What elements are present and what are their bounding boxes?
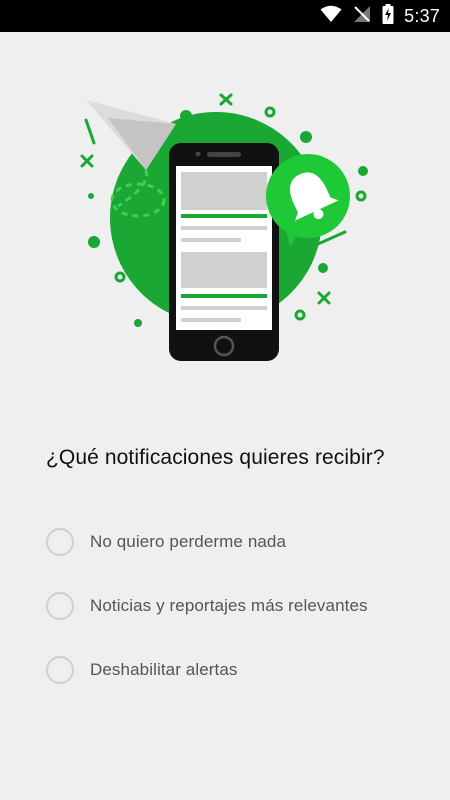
radio-button[interactable]	[46, 656, 74, 684]
option-label: Deshabilitar alertas	[90, 660, 238, 679]
option-relevant-news[interactable]: Noticias y reportajes más relevantes	[46, 574, 426, 638]
page-title: ¿Qué notificaciones quieres recibir?	[46, 446, 385, 469]
notification-options: No quiero perderme nada Noticias y repor…	[46, 510, 426, 702]
signal-off-icon	[352, 5, 372, 28]
option-label: Noticias y reportajes más relevantes	[90, 596, 368, 615]
status-icons: 5:37	[320, 0, 440, 32]
radio-button[interactable]	[46, 528, 74, 556]
phone-icon	[169, 143, 279, 361]
option-all-notifications[interactable]: No quiero perderme nada	[46, 510, 426, 574]
wifi-icon	[320, 5, 342, 28]
option-label: No quiero perderme nada	[90, 532, 287, 551]
option-disable-alerts[interactable]: Deshabilitar alertas	[46, 638, 426, 702]
status-bar: 5:37	[0, 0, 450, 32]
notification-illustration	[0, 80, 450, 380]
radio-button[interactable]	[46, 592, 74, 620]
status-time: 5:37	[404, 5, 440, 26]
battery-charging-icon	[382, 3, 394, 29]
